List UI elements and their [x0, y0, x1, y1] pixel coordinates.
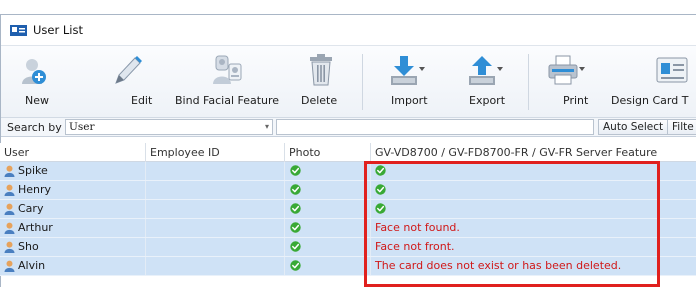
feature-cell	[371, 200, 696, 218]
employee-id-cell	[146, 238, 285, 256]
table-row[interactable]: Henry	[0, 181, 696, 200]
check-circle-icon	[290, 260, 301, 271]
toolbar: New Edit Bind Facial Feature Delete Impo…	[1, 46, 696, 118]
design-card-template-button[interactable]: Design Card T	[611, 46, 696, 118]
chevron-down-icon: ▾	[264, 122, 269, 131]
search-by-label: Search by	[7, 121, 62, 134]
feature-cell: The card does not exist or has been dele…	[371, 257, 696, 275]
edit-button[interactable]: Edit	[105, 46, 153, 118]
user-cell: Arthur	[0, 219, 146, 237]
import-button-label: Import	[391, 94, 428, 107]
user-name: Arthur	[18, 221, 53, 234]
table-row[interactable]: Arthur Face not found.	[0, 219, 696, 238]
employee-id-cell	[146, 200, 285, 218]
edit-button-label: Edit	[131, 94, 153, 107]
column-header-user[interactable]: User	[0, 143, 146, 162]
user-name: Sho	[18, 240, 39, 253]
check-circle-icon	[290, 241, 301, 252]
card-design-icon	[655, 52, 689, 86]
export-button[interactable]: Export	[457, 46, 517, 118]
grid-body: Spike Henry Cary Arthur Face not found. …	[0, 162, 696, 276]
bind-facial-feature-label: Bind Facial Feature	[175, 94, 280, 107]
column-header-photo[interactable]: Photo	[285, 143, 371, 162]
check-circle-icon	[290, 165, 301, 176]
user-icon	[4, 203, 15, 215]
search-input[interactable]	[276, 119, 594, 135]
column-header-server-feature[interactable]: GV-VD8700 / GV-FD8700-FR / GV-FR Server …	[371, 143, 696, 162]
table-row[interactable]: Cary	[0, 200, 696, 219]
feature-cell	[371, 181, 696, 199]
feature-cell: Face not front.	[371, 238, 696, 256]
feature-cell	[371, 162, 696, 180]
employee-id-cell	[146, 162, 285, 180]
user-icon	[4, 165, 15, 177]
window-title: User List	[33, 23, 83, 37]
print-button[interactable]: Print	[539, 46, 599, 118]
toolbar-separator	[528, 54, 529, 110]
print-button-label: Print	[563, 94, 589, 107]
user-name: Spike	[18, 164, 48, 177]
user-cell: Cary	[0, 200, 146, 218]
user-cell: Sho	[0, 238, 146, 256]
user-icon	[4, 260, 15, 272]
new-button-label: New	[25, 94, 49, 107]
check-circle-icon	[375, 165, 386, 176]
table-row[interactable]: Spike	[0, 162, 696, 181]
export-icon	[467, 52, 503, 86]
filter-button[interactable]: Filte	[667, 119, 696, 135]
user-name: Alvin	[18, 259, 46, 272]
user-icon	[4, 222, 15, 234]
photo-cell	[285, 238, 371, 256]
feature-cell: Face not found.	[371, 219, 696, 237]
employee-id-cell	[146, 181, 285, 199]
search-field-value: User	[69, 121, 95, 133]
user-name: Cary	[18, 202, 44, 215]
feature-error-message: The card does not exist or has been dele…	[375, 259, 622, 272]
search-field-select[interactable]: User ▾	[65, 119, 273, 135]
user-icon	[4, 184, 15, 196]
auto-select-button[interactable]: Auto Select	[598, 119, 669, 135]
photo-cell	[285, 162, 371, 180]
user-name: Henry	[18, 183, 52, 196]
grid-header: User Employee ID Photo GV-VD8700 / GV-FD…	[0, 143, 696, 162]
check-circle-icon	[290, 222, 301, 233]
printer-icon	[547, 52, 585, 86]
user-cell: Alvin	[0, 257, 146, 275]
photo-cell	[285, 257, 371, 275]
user-icon	[4, 241, 15, 253]
employee-id-cell	[146, 219, 285, 237]
check-circle-icon	[375, 203, 386, 214]
table-row[interactable]: Sho Face not front.	[0, 238, 696, 257]
delete-button[interactable]: Delete	[293, 46, 351, 118]
delete-button-label: Delete	[301, 94, 338, 107]
face-bind-icon	[211, 52, 245, 86]
toolbar-separator	[362, 54, 363, 110]
export-button-label: Export	[469, 94, 506, 107]
user-add-icon	[21, 52, 47, 86]
pencil-icon	[113, 52, 143, 86]
user-cell: Spike	[0, 162, 146, 180]
new-button[interactable]: New	[9, 46, 57, 118]
photo-cell	[285, 200, 371, 218]
import-icon	[389, 52, 425, 86]
user-grid: User Employee ID Photo GV-VD8700 / GV-FD…	[0, 143, 696, 276]
photo-cell	[285, 181, 371, 199]
feature-error-message: Face not front.	[375, 240, 455, 253]
table-row[interactable]: Alvin The card does not exist or has bee…	[0, 257, 696, 276]
check-circle-icon	[290, 184, 301, 195]
user-list-app-icon	[10, 24, 27, 36]
employee-id-cell	[146, 257, 285, 275]
feature-error-message: Face not found.	[375, 221, 460, 234]
trash-icon	[309, 52, 333, 86]
design-card-template-label: Design Card T	[611, 94, 689, 107]
title-bar: User List	[1, 15, 696, 46]
check-circle-icon	[375, 184, 386, 195]
import-button[interactable]: Import	[379, 46, 439, 118]
user-cell: Henry	[0, 181, 146, 199]
search-bar: Search by User ▾ Auto Select Filte	[1, 118, 696, 137]
bind-facial-feature-button[interactable]: Bind Facial Feature	[171, 46, 287, 118]
column-header-employee-id[interactable]: Employee ID	[146, 143, 285, 162]
check-circle-icon	[290, 203, 301, 214]
photo-cell	[285, 219, 371, 237]
